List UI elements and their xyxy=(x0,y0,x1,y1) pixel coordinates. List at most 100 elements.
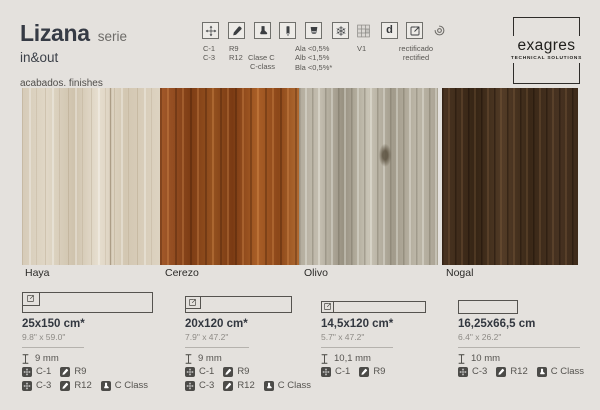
foot-icon xyxy=(101,381,111,391)
product-column: 20x120 cm* 7.9" x 47.2" 9 mm C-1 R9 C-3 … xyxy=(185,292,335,402)
thickness-value: 10 mm xyxy=(471,353,500,364)
rating-badge: C-3 xyxy=(458,366,487,377)
product-size-inches: 5.7" x 47.2" xyxy=(321,332,364,342)
thickness-value: 10,1 mm xyxy=(334,353,371,364)
product-size: 14,5x120 cm* xyxy=(321,318,393,330)
rating-label: R9 xyxy=(373,366,385,377)
move-arrows-icon xyxy=(202,22,219,39)
pen-slip-icon xyxy=(228,22,245,39)
frost-snowflake-icon xyxy=(332,22,349,39)
certificate-spiral-icon xyxy=(431,22,448,39)
rating-badge: R12 xyxy=(496,366,527,377)
arrows-icon xyxy=(321,367,331,377)
foot-icon xyxy=(537,367,547,377)
plank-outline xyxy=(22,292,153,313)
rating-row: C-3 R12 C Class xyxy=(185,380,320,391)
rectified-corner-icon xyxy=(185,296,201,309)
height-gauge-icon xyxy=(321,354,328,364)
rectified-corner-icon xyxy=(321,301,334,313)
divider xyxy=(321,347,393,348)
cert-label-shade: V1 xyxy=(357,44,366,53)
catalog-page: Lizana serie in&out acabados. finishes d… xyxy=(0,0,600,410)
height-gauge-icon xyxy=(22,354,29,364)
rating-label: R12 xyxy=(237,380,254,391)
rating-badge: R9 xyxy=(60,366,86,377)
product-column: 14,5x120 cm* 5.7" x 47.2" 10,1 mm C-1 R9 xyxy=(321,292,471,402)
rating-row: C-1 R9 xyxy=(321,366,394,377)
arrows-icon xyxy=(22,381,32,391)
pen-icon xyxy=(359,367,369,377)
thickness-row: 9 mm xyxy=(22,353,59,364)
cert-label-absorption: Ala <0,5% Alb <1,5% Bla <0,5%* xyxy=(295,44,332,72)
brand-tagline: TECHNICAL SOLUTIONS xyxy=(511,56,582,61)
brand-logo: exagres TECHNICAL SOLUTIONS xyxy=(513,17,580,84)
rating-label: C Class xyxy=(115,380,148,391)
chemical-cup-icon xyxy=(305,22,322,39)
rectified-square-arrow-icon xyxy=(406,22,423,39)
pen-icon xyxy=(223,381,233,391)
product-size: 25x150 cm* xyxy=(22,318,85,330)
product-column: 25x150 cm* 9.8" x 59.0" 9 mm C-1 R9 C-3 … xyxy=(22,292,172,402)
product-size-inches: 6.4" x 26.2" xyxy=(458,332,501,342)
rating-badge: C-1 xyxy=(22,366,51,377)
rating-label: C Class xyxy=(551,366,584,377)
rating-badge: R9 xyxy=(223,366,249,377)
cert-label-rectified: rectificado rectified xyxy=(384,44,448,63)
height-gauge-icon xyxy=(458,354,465,364)
series-suffix: serie xyxy=(98,29,127,44)
rating-label: C-3 xyxy=(36,380,51,391)
rating-badge: C Class xyxy=(264,380,311,391)
thickness-row: 10,1 mm xyxy=(321,353,371,364)
pen-icon xyxy=(496,367,506,377)
rating-label: C-1 xyxy=(335,366,350,377)
thickness-row: 9 mm xyxy=(185,353,222,364)
shade-grid-icon xyxy=(355,22,372,39)
arrows-icon xyxy=(185,367,195,377)
rating-label: C-3 xyxy=(199,380,214,391)
height-gauge-icon xyxy=(185,354,192,364)
title-row: Lizana serie xyxy=(20,20,127,47)
finish-swatch-haya xyxy=(22,88,160,265)
thickness-value: 9 mm xyxy=(35,353,59,364)
d-mark-icon: d xyxy=(381,22,398,39)
arrows-icon xyxy=(458,367,468,377)
rating-row: C-3 R12 C Class xyxy=(22,380,157,391)
finish-name: Haya xyxy=(25,267,50,279)
product-size: 16,25x66,5 cm xyxy=(458,318,535,330)
rectified-corner-icon xyxy=(22,292,40,306)
finish-swatch-nogal xyxy=(442,88,578,265)
rating-label: C-1 xyxy=(199,366,214,377)
rating-badge: C-1 xyxy=(185,366,214,377)
product-size-inches: 7.9" x 47.2" xyxy=(185,332,228,342)
product-column: 16,25x66,5 cm 6.4" x 26.2" 10 mm C-3 R12… xyxy=(458,292,600,402)
rating-badge: C Class xyxy=(101,380,148,391)
cert-label-slip-class: Clase C C-class xyxy=(248,53,275,72)
rating-badge: R12 xyxy=(223,380,254,391)
rating-label: C-1 xyxy=(36,366,51,377)
plank-outline xyxy=(458,300,518,314)
rating-label: C Class xyxy=(278,380,311,391)
rating-badge: C Class xyxy=(537,366,584,377)
divider xyxy=(458,347,580,348)
plank-outline xyxy=(321,301,426,313)
foot-icon xyxy=(264,381,274,391)
rating-label: R9 xyxy=(237,366,249,377)
rating-label: R12 xyxy=(510,366,527,377)
finish-name: Olivo xyxy=(304,267,328,279)
divider xyxy=(185,347,249,348)
header: Lizana serie in&out acabados. finishes xyxy=(20,20,127,89)
rating-row: C-3 R12 C Class xyxy=(458,366,593,377)
pen-icon xyxy=(60,381,70,391)
pen-icon xyxy=(60,367,70,377)
arrows-icon xyxy=(185,381,195,391)
cert-label-impact: C-1 C-3 xyxy=(203,44,215,63)
thickness-row: 10 mm xyxy=(458,353,500,364)
arrows-icon xyxy=(22,367,32,377)
rating-row: C-1 R9 xyxy=(185,366,258,377)
finish-name: Nogal xyxy=(446,267,473,279)
thickness-value: 9 mm xyxy=(198,353,222,364)
cert-label-slip-ramp: R9 R12 xyxy=(229,44,243,63)
rating-row: C-1 R9 xyxy=(22,366,95,377)
rating-label: C-3 xyxy=(472,366,487,377)
rating-label: R12 xyxy=(74,380,91,391)
